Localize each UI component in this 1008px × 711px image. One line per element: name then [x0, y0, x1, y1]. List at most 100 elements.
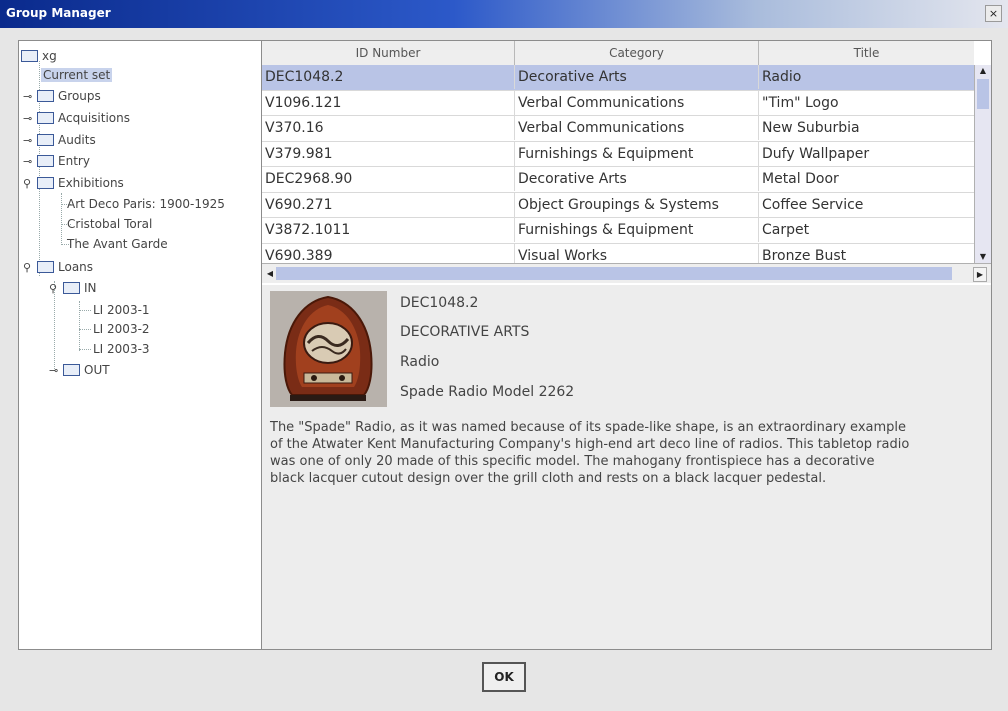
tree-node-exhibition-item[interactable]: The Avant Garde	[67, 235, 168, 253]
tree-label-in-item: LI 2003-1	[93, 303, 150, 317]
cell-title: Radio	[762, 69, 802, 85]
cell-category: Verbal Communications	[515, 116, 759, 140]
tree-node-root[interactable]: xg	[21, 47, 57, 65]
cell-category: Furnishings & Equipment	[515, 141, 759, 166]
folder-icon	[37, 154, 54, 167]
tree-node-current-set[interactable]: Current set	[41, 66, 113, 84]
detail-object-name: Spade Radio Model 2262	[400, 384, 575, 400]
detail-category: DECORATIVE ARTS	[400, 324, 530, 340]
collapse-handle-icon[interactable]: ⚲	[23, 175, 37, 193]
cell-id: V370.16	[262, 116, 515, 140]
tree-label-exhibition: Cristobal Toral	[67, 217, 153, 231]
tree-node-exhibitions[interactable]: ⚲ Exhibitions	[23, 174, 124, 192]
expand-handle-icon[interactable]: ⊸	[49, 362, 63, 380]
table-horizontal-scrollbar[interactable]: ◀ ▶	[262, 263, 991, 283]
cell-category: Decorative Arts	[515, 65, 759, 89]
table-row[interactable]: DEC2968.90 Decorative Arts Metal Door	[262, 167, 974, 193]
folder-icon	[63, 363, 80, 376]
tree-label-acquisitions: Acquisitions	[58, 111, 130, 125]
table-row-selected[interactable]: DEC1048.2 Decorative Arts Radio	[262, 65, 974, 91]
tree-node-in-item[interactable]: LI 2003-1	[93, 301, 150, 319]
tree-label-current-set: Current set	[41, 68, 113, 82]
record-detail-panel: DEC1048.2 DECORATIVE ARTS Radio Spade Ra…	[262, 285, 991, 649]
cell-title: Metal Door	[762, 171, 839, 187]
column-header-category[interactable]: Category	[515, 41, 759, 65]
table-row[interactable]: V1096.121 Verbal Communications "Tim" Lo…	[262, 90, 974, 116]
close-button[interactable]: ×	[985, 5, 1002, 22]
detail-id: DEC1048.2	[400, 295, 479, 311]
folder-icon	[37, 260, 54, 273]
expand-handle-icon[interactable]: ⊸	[23, 110, 37, 128]
object-thumbnail	[270, 291, 387, 407]
radio-image	[270, 291, 387, 407]
folder-icon	[63, 281, 80, 294]
tree-node-in[interactable]: ⚲ IN	[49, 279, 97, 297]
tree-node-exhibition-item[interactable]: Cristobal Toral	[67, 215, 152, 233]
tree-label-exhibitions: Exhibitions	[58, 176, 124, 190]
scroll-down-arrow-icon[interactable]: ▼	[975, 251, 991, 263]
main-frame: xg Current set ⊸ Groups ⊸ Acquisitions ⊸ Au…	[18, 40, 992, 650]
cell-id: V1096.121	[262, 90, 515, 115]
table-header: ID Number Category Title	[262, 41, 974, 66]
collapse-handle-icon[interactable]: ⚲	[49, 280, 63, 298]
collapse-handle-icon[interactable]: ⚲	[23, 259, 37, 277]
ok-button[interactable]: OK	[482, 662, 526, 692]
tree-label-in-item: LI 2003-2	[93, 322, 150, 336]
table-row[interactable]: V370.16 Verbal Communications New Suburb…	[262, 116, 974, 142]
tree-node-acquisitions[interactable]: ⊸ Acquisitions	[23, 109, 130, 127]
cell-category: Furnishings & Equipment	[515, 218, 759, 242]
tree-node-in-item[interactable]: LI 2003-2	[93, 320, 150, 338]
tree-label-entry: Entry	[58, 154, 90, 168]
scroll-right-arrow-icon[interactable]: ▶	[973, 267, 987, 282]
window-title: Group Manager	[6, 6, 111, 20]
cell-title: Coffee Service	[762, 196, 864, 213]
records-table: ID Number Category Title DEC1048.2 Decor…	[262, 41, 991, 285]
cell-id: DEC1048.2	[262, 65, 515, 89]
tree-node-in-item[interactable]: LI 2003-3	[93, 340, 150, 358]
tree-label-root: xg	[42, 49, 57, 63]
cell-category: Decorative Arts	[515, 167, 759, 191]
scroll-left-arrow-icon[interactable]: ◀	[264, 267, 276, 280]
table-row[interactable]: V379.981 Furnishings & Equipment Dufy Wa…	[262, 141, 974, 167]
tree-label-loans: Loans	[58, 260, 94, 274]
cell-title: Carpet	[762, 222, 810, 238]
cell-id: V3872.1011	[262, 218, 515, 242]
expand-handle-icon[interactable]: ⊸	[23, 88, 37, 106]
tree-node-out[interactable]: ⊸ OUT	[49, 361, 110, 379]
folder-icon	[37, 89, 54, 102]
tree-node-exhibition-item[interactable]: Art Deco Paris: 1900-1925	[67, 195, 225, 213]
cell-id: V379.981	[262, 141, 515, 166]
tree-node-entry[interactable]: ⊸ Entry	[23, 152, 90, 170]
folder-icon	[37, 133, 54, 146]
folder-icon	[37, 176, 54, 189]
cell-title: "Tim" Logo	[762, 94, 839, 111]
tree-label-audits: Audits	[58, 133, 96, 147]
table-row[interactable]: V3872.1011 Furnishings & Equipment Carpe…	[262, 218, 974, 244]
horizontal-scroll-thumb[interactable]	[276, 267, 952, 280]
vertical-scroll-thumb[interactable]	[977, 79, 989, 109]
table-row[interactable]: V690.271 Object Groupings & Systems Coff…	[262, 192, 974, 218]
group-tree: xg Current set ⊸ Groups ⊸ Acquisitions ⊸ Au…	[19, 41, 262, 649]
cell-title: Dufy Wallpaper	[762, 145, 870, 162]
tree-node-loans[interactable]: ⚲ Loans	[23, 258, 93, 276]
tree-label-exhibition: The Avant Garde	[67, 237, 168, 251]
tree-node-groups[interactable]: ⊸ Groups	[23, 87, 101, 105]
detail-title: Radio	[400, 354, 440, 370]
table-vertical-scrollbar[interactable]: ▲ ▼	[974, 65, 991, 263]
tree-node-audits[interactable]: ⊸ Audits	[23, 131, 96, 149]
scroll-up-arrow-icon[interactable]: ▲	[975, 65, 991, 77]
tree-label-out: OUT	[84, 363, 110, 377]
title-bar: Group Manager ×	[0, 0, 1008, 28]
expand-handle-icon[interactable]: ⊸	[23, 153, 37, 171]
expand-handle-icon[interactable]: ⊸	[23, 132, 37, 150]
cell-title: New Suburbia	[762, 120, 860, 136]
cell-category: Object Groupings & Systems	[515, 192, 759, 217]
tree-label-in: IN	[84, 281, 97, 295]
tree-label-exhibition: Art Deco Paris: 1900-1925	[67, 197, 225, 211]
tree-label-groups: Groups	[58, 89, 101, 103]
tree-label-in-item: LI 2003-3	[93, 342, 150, 356]
column-header-title[interactable]: Title	[759, 41, 974, 65]
column-header-id[interactable]: ID Number	[262, 41, 515, 65]
table-body: DEC1048.2 Decorative Arts Radio V1096.12…	[262, 65, 974, 268]
cell-id: V690.271	[262, 192, 515, 217]
